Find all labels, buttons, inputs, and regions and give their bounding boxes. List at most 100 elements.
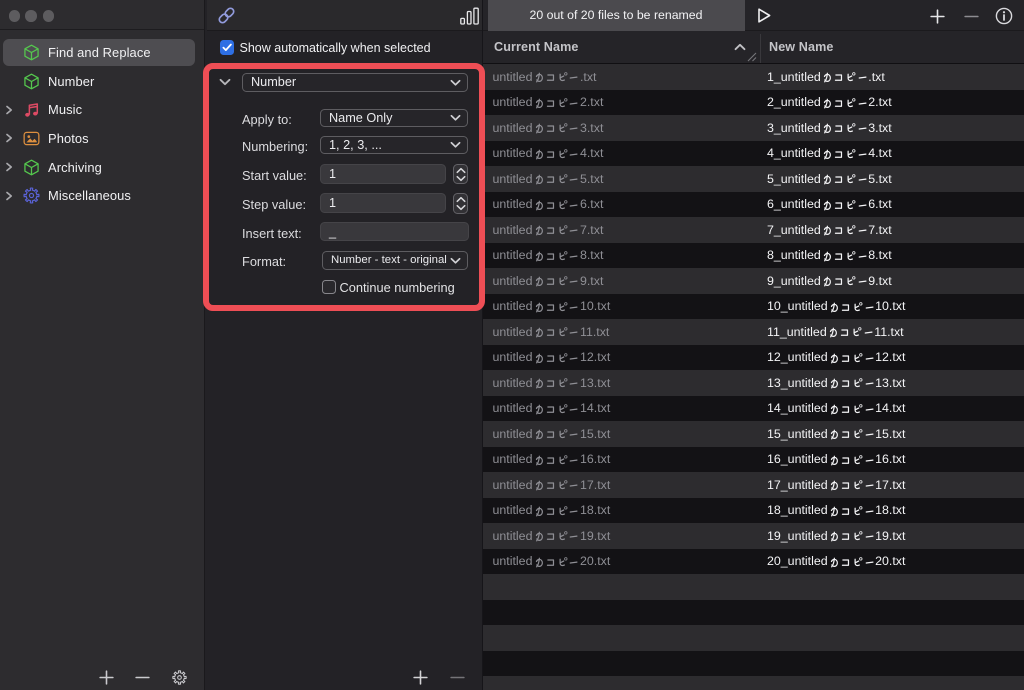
current-name-cell[interactable]: untitled18.txt [493, 498, 611, 524]
current-name-cell[interactable]: untitled14.txt [493, 396, 611, 422]
new-name-cell[interactable]: 8_untitled8.txt [767, 243, 892, 269]
current-name-cell[interactable]: untitled12.txt [493, 345, 611, 371]
insert-text-field[interactable]: _ [320, 222, 469, 241]
new-name-cell[interactable]: 12_untitled12.txt [767, 345, 905, 371]
show-automatically-checkbox[interactable] [220, 40, 235, 55]
add-files-button[interactable] [930, 9, 945, 24]
column-header-current-name[interactable]: Current Name [494, 40, 578, 54]
current-name-cell[interactable]: untitled8.txt [493, 243, 604, 269]
new-name-cell[interactable]: 15_untitled15.txt [767, 421, 905, 447]
sidebar-remove-button[interactable] [135, 670, 150, 685]
sidebar-item-music[interactable]: Music [0, 95, 204, 124]
new-name-cell[interactable]: 7_untitled7.txt [767, 217, 892, 243]
table-row[interactable]: untitled13.txt 13_untitled13.txt [483, 370, 1024, 396]
current-name-cell[interactable]: untitled19.txt [493, 523, 611, 549]
close-window-button[interactable] [9, 10, 21, 22]
table-row[interactable]: untitled17.txt 17_untitled17.txt [483, 472, 1024, 498]
new-name-cell[interactable]: 9_untitled9.txt [767, 268, 892, 294]
sidebar-item-find-and-replace[interactable]: Find and Replace [0, 38, 204, 67]
chevron-right-icon[interactable] [4, 105, 14, 115]
table-row[interactable]: untitled.txt 1_untitled.txt [483, 64, 1024, 90]
new-name-cell[interactable]: 13_untitled13.txt [767, 370, 905, 396]
chain-link-icon[interactable] [216, 5, 237, 26]
current-name-cell[interactable]: untitled15.txt [493, 421, 611, 447]
sidebar-settings-button[interactable] [171, 669, 188, 686]
new-name-cell[interactable]: 14_untitled14.txt [767, 396, 905, 422]
current-name-cell[interactable]: untitled3.txt [493, 115, 604, 141]
current-name-cell[interactable]: untitled10.txt [493, 294, 611, 320]
sidebar-item-archiving[interactable]: Archiving [0, 153, 204, 182]
numbering-popup[interactable]: 1, 2, 3, ... [320, 136, 468, 154]
sidebar-item-photos[interactable]: Photos [0, 124, 204, 153]
column-resize-handle[interactable] [747, 52, 757, 62]
table-row[interactable]: untitled5.txt 5_untitled5.txt [483, 166, 1024, 192]
table-row[interactable]: untitled18.txt 18_untitled18.txt [483, 498, 1024, 524]
table-row[interactable]: untitled19.txt 19_untitled19.txt [483, 523, 1024, 549]
current-name-cell[interactable]: untitled17.txt [493, 472, 611, 498]
table-row[interactable]: untitled10.txt 10_untitled10.txt [483, 294, 1024, 320]
current-name-cell[interactable]: untitled20.txt [493, 549, 611, 575]
current-name-cell[interactable]: untitled5.txt [493, 166, 604, 192]
table-row[interactable]: untitled11.txt 11_untitled11.txt [483, 319, 1024, 345]
table-row[interactable]: untitled16.txt 16_untitled16.txt [483, 447, 1024, 473]
new-name-cell[interactable]: 16_untitled16.txt [767, 447, 905, 473]
new-name-cell[interactable]: 17_untitled17.txt [767, 472, 905, 498]
table-row[interactable]: untitled4.txt 4_untitled4.txt [483, 141, 1024, 167]
continue-numbering-checkbox[interactable] [322, 280, 336, 294]
zoom-window-button[interactable] [43, 10, 55, 22]
table-row[interactable]: untitled2.txt 2_untitled2.txt [483, 90, 1024, 116]
current-name-cell[interactable]: untitled.txt [493, 64, 597, 90]
current-name-cell[interactable]: untitled11.txt [493, 319, 610, 345]
table-row[interactable]: untitled6.txt 6_untitled6.txt [483, 192, 1024, 218]
column-header-new-name[interactable]: New Name [769, 40, 834, 54]
play-rename-button[interactable] [757, 7, 772, 24]
new-name-cell[interactable]: 11_untitled11.txt [767, 319, 904, 345]
column-divider[interactable] [760, 34, 761, 63]
new-name-cell[interactable]: 3_untitled3.txt [767, 115, 892, 141]
minimize-window-button[interactable] [25, 10, 37, 22]
table-row[interactable]: untitled12.txt 12_untitled12.txt [483, 345, 1024, 371]
current-name-cell[interactable]: untitled7.txt [493, 217, 604, 243]
new-name-cell[interactable]: 5_untitled5.txt [767, 166, 892, 192]
new-name-cell[interactable]: 20_untitled20.txt [767, 549, 905, 575]
current-name-cell[interactable]: untitled2.txt [493, 90, 604, 116]
new-name-cell[interactable]: 1_untitled.txt [767, 64, 885, 90]
new-name-cell[interactable]: 2_untitled2.txt [767, 90, 892, 116]
current-name-cell[interactable]: untitled4.txt [493, 141, 604, 167]
sidebar-item-miscellaneous[interactable]: Miscellaneous [0, 181, 204, 210]
sort-ascending-icon[interactable] [734, 43, 746, 51]
table-row[interactable]: untitled7.txt 7_untitled7.txt [483, 217, 1024, 243]
chevron-right-icon[interactable] [4, 162, 14, 172]
sidebar-item-number[interactable]: Number [0, 67, 204, 96]
current-name-cell[interactable]: untitled9.txt [493, 268, 604, 294]
remove-files-button[interactable] [964, 9, 979, 24]
chevron-right-icon[interactable] [4, 133, 14, 143]
start-value-stepper[interactable] [453, 164, 468, 185]
current-name-cell[interactable]: untitled13.txt [493, 370, 611, 396]
table-row[interactable]: untitled9.txt 9_untitled9.txt [483, 268, 1024, 294]
sidebar-add-button[interactable] [99, 670, 114, 685]
add-action-button[interactable] [413, 670, 428, 685]
collapse-chevron-icon[interactable] [219, 78, 231, 86]
table-row[interactable]: untitled3.txt 3_untitled3.txt [483, 115, 1024, 141]
step-value-field[interactable]: 1 [320, 193, 446, 213]
table-row[interactable]: untitled20.txt 20_untitled20.txt [483, 549, 1024, 575]
table-row[interactable]: untitled8.txt 8_untitled8.txt [483, 243, 1024, 269]
new-name-cell[interactable]: 10_untitled10.txt [767, 294, 905, 320]
bar-chart-icon[interactable] [460, 7, 479, 25]
action-type-popup[interactable]: Number [242, 73, 468, 92]
table-row[interactable]: untitled14.txt 14_untitled14.txt [483, 396, 1024, 422]
new-name-cell[interactable]: 4_untitled4.txt [767, 141, 892, 167]
new-name-cell[interactable]: 18_untitled18.txt [767, 498, 905, 524]
chevron-right-icon[interactable] [4, 191, 14, 201]
new-name-cell[interactable]: 19_untitled19.txt [767, 523, 905, 549]
format-popup[interactable]: Number - text - original [322, 251, 468, 270]
current-name-cell[interactable]: untitled6.txt [493, 192, 604, 218]
remove-action-button[interactable] [450, 670, 465, 685]
new-name-cell[interactable]: 6_untitled6.txt [767, 192, 892, 218]
step-value-stepper[interactable] [453, 193, 468, 214]
titlebar[interactable] [0, 0, 204, 30]
current-name-cell[interactable]: untitled16.txt [493, 447, 611, 473]
apply-to-popup[interactable]: Name Only [320, 109, 468, 127]
start-value-field[interactable]: 1 [320, 164, 446, 184]
